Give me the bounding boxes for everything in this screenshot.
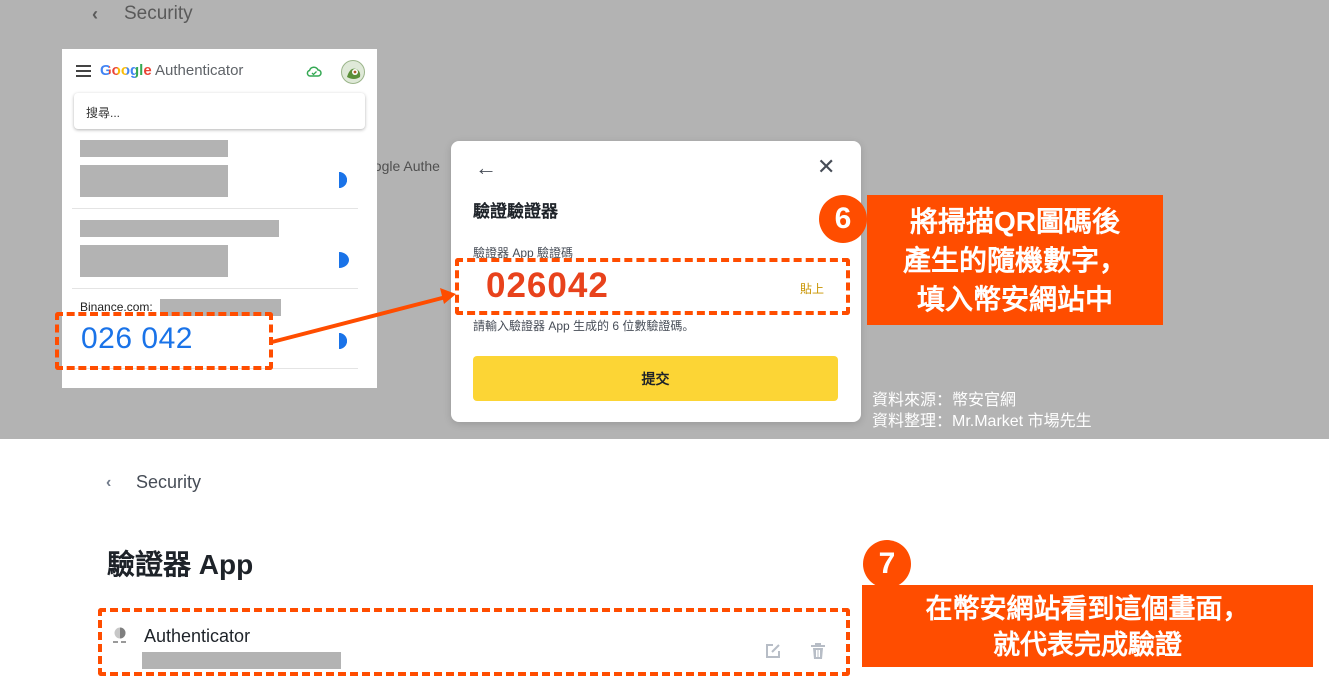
- source-line: 資料來源：幣安官網: [872, 392, 1017, 409]
- submit-button[interactable]: 提交: [473, 356, 838, 401]
- masked-code: [80, 245, 228, 277]
- step-6-callout: 將掃描QR圖碼後 產生的隨機數字， 填入幣安網站中: [867, 195, 1163, 325]
- code-hint-text: 請輸入驗證器 App 生成的 6 位數驗證碼。: [473, 319, 695, 333]
- masked-account-name: [80, 140, 228, 157]
- source-note: 資料來源：幣安官網 資料整理：Mr.Market 市場先生: [872, 390, 1092, 432]
- authenticator-brand-text: Authenticator: [151, 62, 244, 79]
- timer-pie-icon: [339, 333, 347, 349]
- timer-pie-icon: [339, 252, 349, 268]
- obscured-background-text: oogle Authe: [366, 158, 440, 174]
- back-chevron-icon[interactable]: ‹: [92, 4, 98, 25]
- editor-line: 資料整理：Mr.Market 市場先生: [872, 413, 1092, 430]
- timer-pie-icon: [339, 172, 347, 188]
- breadcrumb[interactable]: Security: [136, 472, 201, 493]
- masked-account-name: [80, 220, 279, 237]
- close-icon[interactable]: ✕: [817, 154, 835, 180]
- google-logo-text: Google: [100, 62, 152, 79]
- modal-title: 驗證驗證器: [473, 202, 558, 221]
- callout-line: 產生的隨機數字，: [902, 245, 1127, 276]
- page-title: Security: [124, 3, 193, 24]
- step-7-badge: 7: [863, 540, 911, 588]
- callout-line: 將掃描QR圖碼後: [909, 206, 1120, 237]
- callout-line: 就代表完成驗證: [993, 630, 1182, 660]
- divider: [72, 208, 358, 209]
- masked-code: [80, 165, 228, 197]
- highlight-modal-input: [455, 258, 850, 315]
- avatar[interactable]: [341, 60, 365, 84]
- search-input[interactable]: 搜尋...: [74, 93, 365, 129]
- highlight-authenticator-row: [98, 608, 850, 676]
- cloud-sync-icon[interactable]: [306, 65, 322, 77]
- divider: [72, 288, 358, 289]
- google-authenticator-brand: Google Authenticator: [100, 62, 243, 79]
- step-6-badge: 6: [819, 195, 867, 243]
- back-chevron-icon[interactable]: ‹: [106, 474, 111, 492]
- callout-line: 填入幣安網站中: [916, 284, 1113, 315]
- step-7-callout: 在幣安網站看到這個畫面， 就代表完成驗證: [862, 585, 1313, 667]
- menu-icon[interactable]: [76, 65, 91, 77]
- back-arrow-icon[interactable]: ←: [475, 155, 497, 181]
- page-heading: 驗證器 App: [107, 549, 254, 580]
- callout-line: 在幣安網站看到這個畫面，: [925, 594, 1250, 624]
- highlight-ga-code: [55, 312, 273, 370]
